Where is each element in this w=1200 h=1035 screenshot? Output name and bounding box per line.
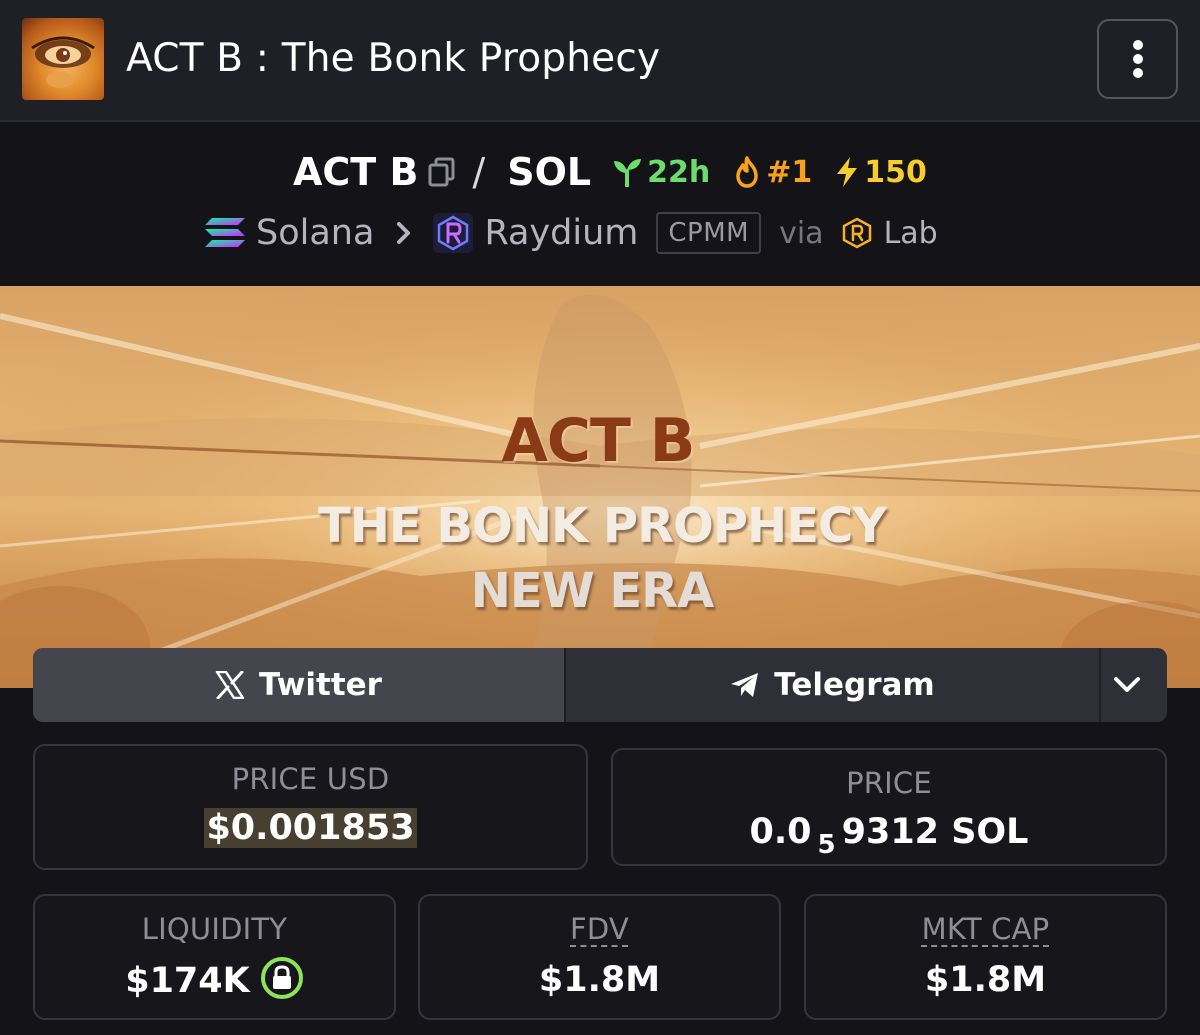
pair-info: ACT B / SOL 22h #1 150 Solana Raydium CP… bbox=[0, 124, 1200, 286]
price-sol-card: PRICE 0.0 5 9312 SOL bbox=[611, 748, 1167, 866]
flame-icon bbox=[736, 156, 758, 188]
chevron-down-icon bbox=[1114, 677, 1140, 692]
price-sol-value: 0.0 5 9312 SOL bbox=[613, 812, 1165, 860]
fdv-label[interactable]: FDV bbox=[420, 912, 779, 946]
token-banner: ACT B THE BONK PROPHECY NEW ERA bbox=[0, 286, 1200, 688]
trending-rank: #1 bbox=[766, 154, 813, 190]
via-label: via bbox=[779, 215, 824, 251]
market-cap-value: $1.8M bbox=[924, 960, 1047, 1000]
pair-separator: / bbox=[472, 150, 486, 194]
pair-age: 22h bbox=[647, 154, 711, 190]
raydium-icon bbox=[432, 212, 474, 254]
trending-rank-badge[interactable]: #1 bbox=[732, 155, 812, 190]
page-title: ACT B : The Bonk Prophecy bbox=[126, 36, 661, 81]
dex-link[interactable]: Raydium bbox=[484, 213, 638, 253]
twitter-button[interactable]: Twitter bbox=[33, 648, 564, 722]
market-cap-label[interactable]: MKT CAP bbox=[806, 912, 1165, 946]
pair-line: ACT B / SOL 22h #1 150 bbox=[293, 148, 927, 196]
price-label: PRICE bbox=[846, 766, 932, 800]
price-usd-card: PRICE USD $0.001853 bbox=[33, 744, 588, 870]
banner-artwork bbox=[0, 286, 1200, 688]
pair-age-badge: 22h bbox=[611, 155, 710, 190]
chain-link[interactable]: Solana bbox=[256, 213, 374, 253]
app-header: ACT B : The Bonk Prophecy bbox=[0, 0, 1200, 122]
price-sol-zero-count: 5 bbox=[817, 830, 836, 860]
telegram-label: Telegram bbox=[774, 667, 935, 703]
fdv-value: $1.8M bbox=[538, 960, 661, 1000]
boost-count: 150 bbox=[864, 154, 927, 190]
price-usd: $0.001853 bbox=[204, 808, 417, 848]
price-sol-digits: 9312 SOL bbox=[841, 812, 1029, 852]
pair-route: Solana Raydium CPMM via Lab bbox=[204, 210, 938, 256]
telegram-icon bbox=[731, 673, 759, 697]
price-usd-label: PRICE USD bbox=[231, 762, 390, 796]
boost-badge[interactable]: 150 bbox=[834, 155, 927, 190]
banner-title: ACT B bbox=[501, 406, 695, 476]
banner-tagline: NEW ERA bbox=[470, 563, 715, 619]
fdv-card: FDV $1.8M bbox=[418, 894, 781, 1020]
kebab-menu-icon bbox=[1132, 40, 1143, 78]
launchpad-link[interactable]: Lab bbox=[884, 216, 938, 251]
liquidity-value: $174K bbox=[35, 957, 394, 1004]
banner-subtitle: THE BONK PROPHECY bbox=[318, 498, 887, 554]
telegram-button[interactable]: Telegram bbox=[564, 648, 1099, 722]
more-options-button[interactable] bbox=[1097, 19, 1178, 99]
price-sol-prefix: 0.0 bbox=[749, 812, 812, 852]
liquidity-label: LIQUIDITY bbox=[141, 912, 288, 946]
lightning-icon bbox=[837, 157, 858, 187]
more-links-button[interactable] bbox=[1099, 648, 1167, 722]
x-logo-icon bbox=[215, 671, 245, 699]
copy-icon[interactable] bbox=[428, 157, 456, 187]
sprout-icon bbox=[614, 159, 642, 187]
liquidity: $174K bbox=[125, 961, 250, 1001]
pool-type-tag: CPMM bbox=[656, 212, 762, 254]
token-avatar bbox=[22, 18, 104, 100]
quote-token-symbol: SOL bbox=[507, 150, 592, 194]
twitter-label: Twitter bbox=[259, 667, 382, 703]
market-cap-card: MKT CAP $1.8M bbox=[804, 894, 1167, 1020]
liquidity-card: LIQUIDITY $174K bbox=[33, 894, 396, 1020]
liquidity-lock-icon[interactable] bbox=[260, 956, 304, 1000]
social-links: Twitter Telegram bbox=[33, 648, 1167, 722]
chevron-right-icon bbox=[396, 221, 412, 245]
price-usd-value: $0.001853 bbox=[35, 808, 586, 848]
solana-icon bbox=[204, 216, 246, 250]
launchpad-icon bbox=[842, 217, 872, 249]
base-token-symbol: ACT B bbox=[293, 150, 419, 194]
